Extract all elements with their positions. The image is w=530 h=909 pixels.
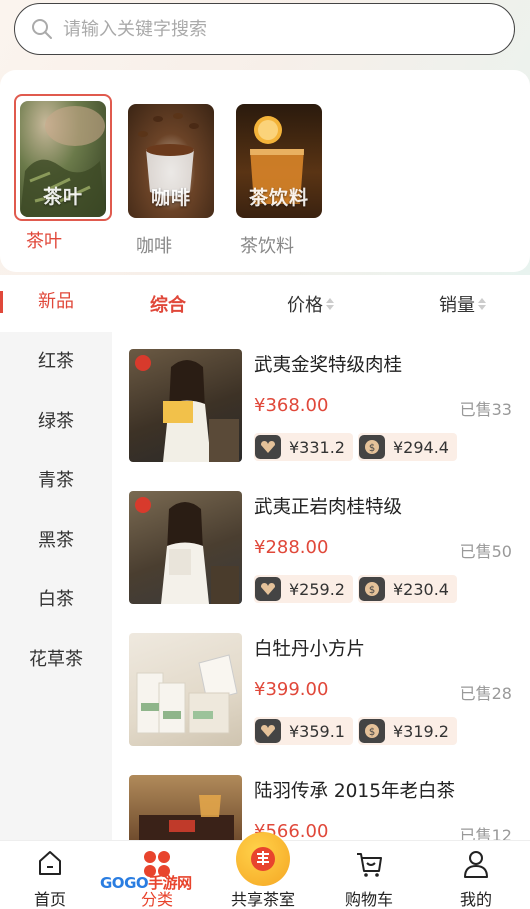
- heart-shield-icon: [255, 435, 281, 459]
- product-image: [129, 491, 242, 604]
- product-title: 白牡丹小方片: [254, 639, 366, 660]
- sidebar-item-black-tea[interactable]: 红茶: [0, 332, 112, 392]
- sort-price-label: 价格: [287, 294, 323, 316]
- product-list: 武夷金奖特级肉桂 ¥368.00 已售33 ¥331.2 $ ¥294.4 武夷…: [112, 332, 530, 840]
- member-price-value: ¥259.2: [289, 579, 345, 599]
- coin-icon: $: [359, 577, 385, 601]
- product-sold: 已售28: [459, 684, 512, 703]
- search-input[interactable]: [63, 18, 483, 40]
- bottom-tab-bar: 首页 分类 共享茶室 购物车 我的: [0, 832, 530, 909]
- member-price-value: ¥331.2: [289, 437, 345, 457]
- sort-sales[interactable]: 销量: [439, 291, 486, 317]
- product-title: 武夷正岩肉桂特级: [254, 497, 403, 518]
- user-icon: [461, 849, 491, 883]
- watermark-gogo: GOGO: [100, 874, 149, 892]
- vip-price-value: ¥319.2: [393, 721, 449, 741]
- tab-cart-label: 购物车: [344, 890, 393, 909]
- heart-shield-icon: [255, 577, 281, 601]
- sort-price[interactable]: 价格: [287, 291, 334, 317]
- vip-price-badge: $ ¥294.4: [358, 433, 457, 461]
- vip-price-badge: $ ¥319.2: [358, 717, 457, 745]
- vip-price-badge: $ ¥230.4: [358, 575, 457, 603]
- member-price-value: ¥359.1: [289, 721, 345, 741]
- product-title: 武夷金奖特级肉桂: [254, 355, 403, 376]
- tab-mine-label: 我的: [459, 890, 492, 909]
- sidebar: 新品 红茶 绿茶 青茶 黑茶 白茶 花草茶: [0, 275, 112, 840]
- watermark-logo: GOGO手游网: [100, 872, 192, 893]
- product-card[interactable]: 武夷正岩肉桂特级 ¥288.00 已售50 ¥259.2 $ ¥230.4: [112, 474, 530, 616]
- home-icon: [36, 849, 64, 881]
- sort-overall[interactable]: 综合: [150, 291, 186, 317]
- tab-home-label: 首页: [33, 890, 66, 909]
- sort-arrows-icon: [478, 297, 486, 310]
- category-coffee[interactable]: 咖啡 咖啡: [128, 96, 238, 258]
- category-label: 咖啡: [136, 236, 172, 257]
- sidebar-item-herbal-tea[interactable]: 花草茶: [0, 630, 112, 690]
- product-image: [129, 349, 242, 462]
- category-overlay-label: 茶叶: [42, 186, 83, 208]
- coffee-image: 咖啡: [128, 104, 214, 218]
- sort-arrows-icon: [326, 297, 334, 310]
- sidebar-item-new[interactable]: 新品: [0, 275, 112, 332]
- sidebar-item-oolong[interactable]: 青茶: [0, 451, 112, 511]
- member-price-badge: ¥259.2: [254, 575, 353, 603]
- sort-bar: 综合 价格 销量: [112, 275, 530, 332]
- coin-icon: $: [359, 719, 385, 743]
- cart-icon: [354, 849, 384, 883]
- product-image: [129, 633, 242, 746]
- vip-price-value: ¥230.4: [393, 579, 449, 599]
- product-card[interactable]: 武夷金奖特级肉桂 ¥368.00 已售33 ¥331.2 $ ¥294.4: [112, 332, 530, 474]
- product-card[interactable]: 陆羽传承 2015年老白茶 ¥566.00 已售12: [112, 758, 530, 840]
- sidebar-item-dark-tea[interactable]: 黑茶: [0, 511, 112, 571]
- product-image: [129, 775, 242, 840]
- svg-text:$: $: [369, 585, 375, 596]
- category-label: 茶叶: [26, 231, 62, 252]
- tab-tearoom-label: 共享茶室: [230, 890, 295, 909]
- search-bar[interactable]: [14, 3, 515, 55]
- product-price: ¥368.00: [254, 395, 329, 416]
- category-strip: 茶叶 茶叶 咖啡 咖啡 茶饮料 茶饮料: [0, 70, 530, 272]
- tearoom-icon: [236, 832, 290, 886]
- product-title: 陆羽传承 2015年老白茶: [254, 781, 455, 802]
- product-sold: 已售12: [459, 826, 512, 840]
- category-overlay-label: 咖啡: [150, 187, 191, 209]
- sort-overall-label: 综合: [150, 294, 186, 316]
- sort-sales-label: 销量: [439, 294, 475, 316]
- tea-drink-image: 茶饮料: [236, 104, 322, 218]
- svg-text:$: $: [369, 443, 375, 454]
- product-sold: 已售50: [459, 542, 512, 561]
- category-overlay-label: 茶饮料: [248, 187, 309, 209]
- tea-image: 茶叶: [20, 101, 106, 217]
- search-icon: [32, 19, 52, 39]
- svg-text:$: $: [369, 727, 375, 738]
- product-price: ¥288.00: [254, 537, 329, 558]
- sidebar-item-green-tea[interactable]: 绿茶: [0, 392, 112, 452]
- coin-icon: $: [359, 435, 385, 459]
- member-price-badge: ¥331.2: [254, 433, 353, 461]
- member-price-badge: ¥359.1: [254, 717, 353, 745]
- vip-price-value: ¥294.4: [393, 437, 449, 457]
- heart-shield-icon: [255, 719, 281, 743]
- watermark-site: 手游网: [148, 874, 192, 892]
- product-price: ¥399.00: [254, 679, 329, 700]
- category-label: 茶饮料: [240, 236, 294, 257]
- category-tea-drink[interactable]: 茶饮料 茶饮料: [236, 96, 346, 258]
- sidebar-item-white-tea[interactable]: 白茶: [0, 570, 112, 630]
- product-sold: 已售33: [459, 400, 512, 419]
- product-card[interactable]: 白牡丹小方片 ¥399.00 已售28 ¥359.1 $ ¥319.2: [112, 616, 530, 758]
- category-tea[interactable]: 茶叶 茶叶: [0, 94, 128, 253]
